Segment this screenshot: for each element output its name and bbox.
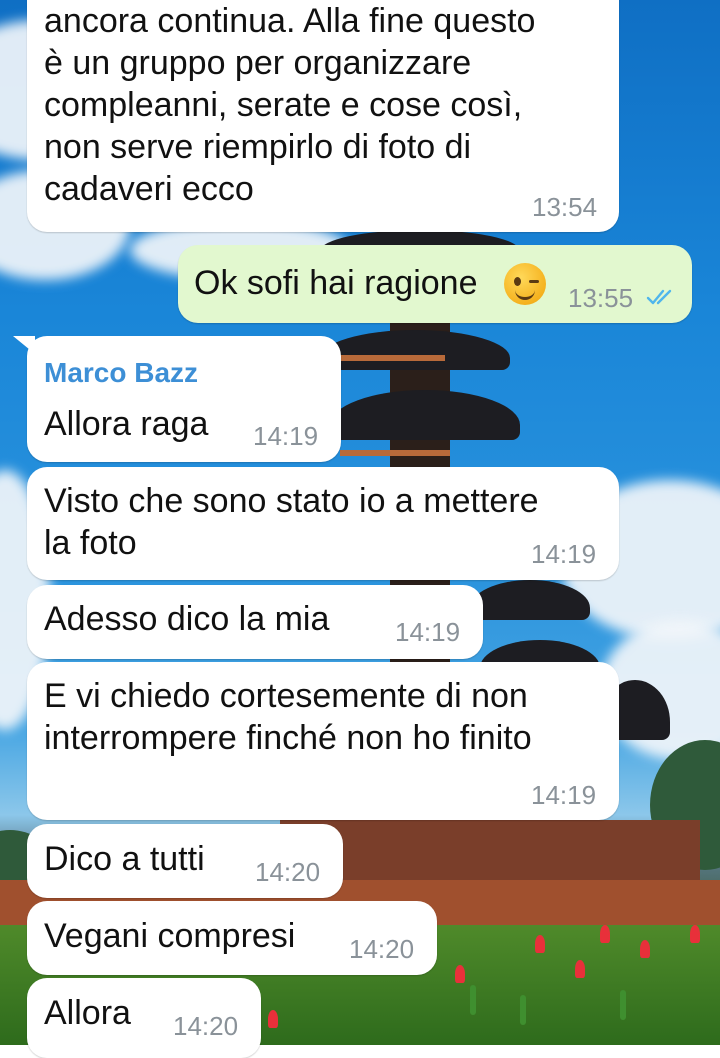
flower: [575, 960, 585, 978]
message-timestamp: 13:54: [532, 192, 598, 222]
read-double-check-icon: [646, 289, 672, 305]
message-text: Dico a tutti: [44, 840, 205, 878]
message-bubble-incoming[interactable]: Visto che sono stato io a mettere la fot…: [27, 467, 619, 580]
pagoda-band: [335, 355, 445, 361]
message-bubble-incoming[interactable]: Marco Bazz Allora raga 14:19: [13, 336, 341, 462]
flower: [600, 925, 610, 943]
message-text: Adesso dico la mia: [44, 600, 330, 638]
leaf: [470, 985, 476, 1015]
leaf: [520, 995, 526, 1025]
message-bubble-incoming[interactable]: E vi chiedo cortesemente di non interrom…: [27, 662, 619, 820]
flower: [455, 965, 465, 983]
message-timestamp: 13:55: [568, 283, 634, 313]
flower: [268, 1010, 278, 1028]
message-bubble-outgoing[interactable]: Ok sofi hai ragione 13:55: [178, 245, 692, 323]
message-text: Vegani compresi: [44, 917, 296, 955]
message-timestamp: 14:20: [173, 1011, 239, 1041]
message-timestamp: 14:20: [349, 934, 415, 964]
message-timestamp: 14:19: [531, 780, 597, 810]
flower: [535, 935, 545, 953]
message-timestamp: 14:19: [253, 421, 319, 451]
message-bubble-incoming[interactable]: ancora continua. Alla fine questo è un g…: [27, 0, 619, 232]
message-timestamp: 14:19: [531, 539, 597, 569]
message-text: E vi chiedo cortesemente di non interrom…: [44, 677, 532, 757]
message-text: Allora: [44, 994, 131, 1032]
message-bubble-incoming[interactable]: Dico a tutti 14:20: [27, 824, 343, 898]
flower: [640, 940, 650, 958]
message-bubble-incoming[interactable]: Adesso dico la mia 14:19: [27, 585, 483, 659]
leaf: [620, 990, 626, 1020]
message-bubble-incoming[interactable]: Allora 14:20: [27, 978, 261, 1058]
message-text: ancora continua. Alla fine questo è un g…: [44, 2, 536, 208]
bubble-tail: [13, 336, 35, 354]
message-timestamp: 14:19: [395, 617, 461, 647]
message-bubble-incoming[interactable]: Vegani compresi 14:20: [27, 901, 437, 975]
message-text: Allora raga: [44, 405, 209, 443]
message-timestamp: 14:20: [255, 857, 321, 887]
flower: [690, 925, 700, 943]
pagoda-band: [340, 450, 450, 456]
sender-name[interactable]: Marco Bazz: [44, 358, 198, 388]
message-text: Visto che sono stato io a mettere la fot…: [44, 482, 539, 562]
winking-face-icon: [504, 263, 546, 305]
message-text: Ok sofi hai ragione: [194, 264, 478, 302]
